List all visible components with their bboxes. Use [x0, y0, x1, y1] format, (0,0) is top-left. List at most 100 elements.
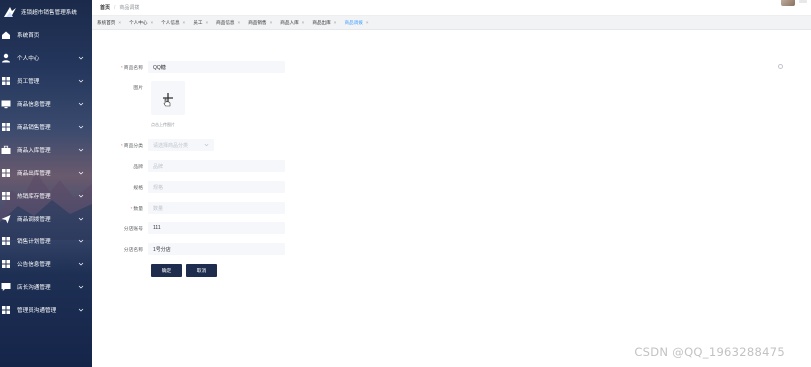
grid-icon — [1, 236, 11, 246]
sidebar-item-label: 热销库存管理 — [17, 193, 51, 200]
breadcrumb-current: 商品调拨 — [119, 5, 140, 11]
cancel-button[interactable]: 取消 — [186, 264, 217, 277]
sidebar-item-label: 个人中心 — [17, 56, 40, 63]
sidebar-item[interactable]: 店长沟通管理 — [0, 276, 92, 299]
chevron-down-icon — [78, 194, 84, 198]
user-icon — [1, 53, 11, 63]
quantity-input[interactable]: 数量 — [148, 202, 285, 214]
grid-icon — [1, 259, 11, 269]
close-icon[interactable]: × — [366, 20, 369, 25]
grid-icon — [1, 305, 11, 315]
sidebar: 连锁超市销售管理系统 系统首页个人中心员工管理商品信息管理商品销售管理 商品入库管… — [0, 0, 92, 367]
product-name-row: *商品名称 QQ糖 — [92, 61, 285, 73]
tab-item[interactable]: 商品销售 × — [248, 20, 272, 26]
branch-name-input[interactable]: 1号分店 — [148, 243, 285, 255]
tab-label: 商品出库 — [312, 19, 331, 25]
tab-label: 个人信息 — [161, 19, 180, 25]
grid-icon — [1, 168, 11, 178]
app: 连锁超市销售管理系统 系统首页个人中心员工管理商品信息管理商品销售管理 商品入库管… — [0, 0, 811, 367]
tag-bar: 系统首页 × 个人中心 × 个人信息 × 员工 × 商品信息 × 商品销售 × 商品入库 × 商品出库 × 商品… — [92, 16, 811, 30]
chevron-down-icon — [78, 240, 84, 243]
sidebar-item[interactable]: 商品调拨管理 — [0, 207, 92, 230]
sidebar-item-label: 管理员沟通管理 — [17, 308, 57, 315]
sidebar-item-label: 员工管理 — [17, 79, 40, 86]
watermark: CSDN @QQ_1963288475 — [634, 345, 785, 359]
chevron-down-icon — [78, 125, 84, 129]
sidebar-menu: 系统首页个人中心员工管理商品信息管理商品销售管理 商品入库管理 商品出库管理 热销库存… — [0, 24, 92, 322]
required-mark: * — [120, 143, 123, 149]
branch-account-input[interactable]: 111 — [148, 222, 285, 234]
tab-item[interactable]: 员工 × — [193, 20, 208, 26]
confirm-button[interactable]: 确定 — [151, 264, 182, 277]
sidebar-item[interactable]: 销售计划管理 — [0, 230, 92, 253]
branch-name-label: 分店名称 — [123, 247, 143, 253]
brand-input[interactable]: 品牌 — [148, 160, 285, 172]
close-icon[interactable]: × — [238, 20, 241, 25]
sidebar-item[interactable]: 系统首页 — [0, 24, 92, 47]
tab-label: 商品销售 — [248, 19, 267, 25]
sidebar-item[interactable]: 商品出库管理 — [0, 161, 92, 184]
sidebar-item[interactable]: 管理员沟通管理 — [0, 299, 92, 322]
avatar[interactable] — [781, 0, 795, 6]
sidebar-item[interactable]: 员工管理 — [0, 70, 92, 93]
close-icon[interactable]: × — [118, 20, 121, 25]
sidebar-item-label: 公告信息管理 — [17, 262, 51, 269]
close-icon[interactable]: × — [150, 20, 153, 25]
breadcrumb-separator: / — [114, 4, 116, 11]
brand-row: 品牌 品牌 — [92, 160, 285, 172]
tab-item[interactable]: 个人信息 × — [161, 20, 185, 26]
chevron-down-icon — [204, 143, 209, 147]
tab-item[interactable]: 系统首页 × — [97, 20, 121, 26]
sidebar-item-label: 商品入库管理 — [17, 147, 51, 154]
breadcrumb-home[interactable]: 首页 — [100, 4, 110, 11]
sidebar-item[interactable]: 公告信息管理 — [0, 253, 92, 276]
close-icon[interactable]: × — [302, 20, 305, 25]
sidebar-item-label: 商品调拨管理 — [17, 216, 51, 223]
tab-item[interactable]: 商品调拨 × — [344, 20, 368, 26]
product-name-input[interactable]: QQ糖 — [148, 61, 285, 73]
tab-item[interactable]: 个人中心 × — [129, 20, 153, 26]
close-icon[interactable]: × — [270, 20, 273, 25]
breadcrumb: 首页 / 商品调拨 — [100, 4, 140, 12]
sidebar-item-label: 商品销售管理 — [17, 125, 51, 131]
sidebar-item-label: 店长沟通管理 — [17, 285, 51, 292]
sidebar-item-label: 商品出库管理 — [17, 170, 51, 177]
category-select[interactable]: 请选择商品分类 — [148, 139, 214, 151]
chat-icon — [1, 282, 11, 292]
sidebar-item[interactable]: 热销库存管理 — [0, 184, 92, 207]
tab-item[interactable]: 商品信息 × — [216, 20, 240, 26]
tab-item[interactable]: 商品入库 × — [280, 20, 304, 26]
top-header: 首页 / 商品调拨 — [92, 0, 811, 16]
close-icon[interactable]: × — [334, 20, 337, 25]
close-icon[interactable]: × — [183, 20, 186, 25]
upload-tip: 点击上传图片 — [151, 122, 175, 127]
hand-cursor-icon — [163, 98, 171, 107]
send-icon — [1, 214, 11, 224]
sidebar-item[interactable]: 商品信息管理 — [0, 93, 92, 116]
spec-input[interactable]: 规格 — [148, 181, 285, 193]
chevron-down-icon — [78, 102, 84, 106]
close-icon[interactable]: × — [205, 20, 208, 25]
app-title: 连锁超市销售管理系统 — [21, 10, 78, 16]
tab-item[interactable]: 商品出库 × — [312, 20, 336, 26]
image-label: 图片 — [133, 86, 143, 91]
grid-icon — [1, 191, 11, 201]
branch-name-row: 分店名称 1号分店 — [92, 243, 285, 255]
side-indicator-icon — [778, 64, 783, 69]
user-menu-caret[interactable] — [799, 0, 807, 3]
chevron-down-icon — [78, 263, 84, 266]
tab-label: 商品信息 — [216, 19, 235, 25]
quantity-label: *数量 — [130, 206, 143, 212]
brand: 连锁超市销售管理系统 — [0, 0, 92, 24]
sidebar-item[interactable]: 商品入库管理 — [0, 138, 92, 161]
sidebar-item[interactable]: 商品销售管理 — [0, 116, 92, 139]
chevron-down-icon — [78, 285, 84, 289]
chevron-down-icon — [78, 79, 84, 83]
grid-icon — [1, 76, 11, 86]
category-row: *商品分类 请选择商品分类 — [92, 139, 214, 151]
transfer-form: *商品名称 QQ糖 图片 点击上传图片 *商品分类 请选择商品分类 品牌 品牌 … — [92, 30, 811, 367]
branch-account-label: 分店账号 — [123, 226, 143, 232]
sidebar-item[interactable]: 个人中心 — [0, 47, 92, 70]
brand-label: 品牌 — [133, 164, 143, 170]
chevron-down-icon — [78, 171, 84, 175]
